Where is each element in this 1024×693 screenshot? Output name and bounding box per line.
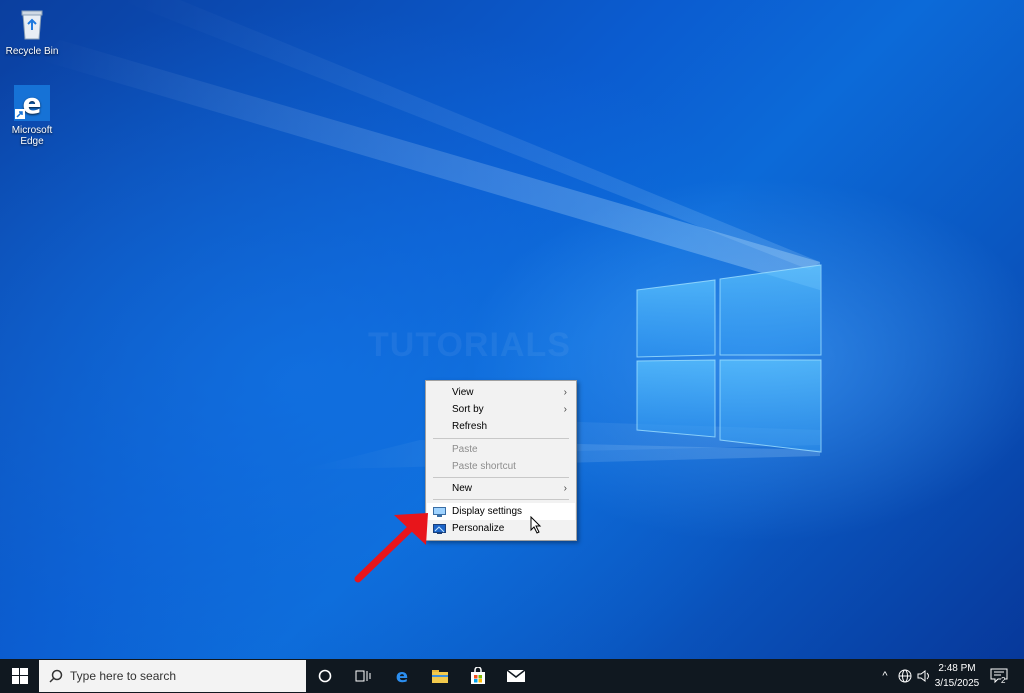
mouse-pointer-icon	[530, 516, 542, 534]
clock[interactable]: 2:48 PM 3/15/2025	[934, 661, 980, 691]
taskbar: Type here to search e ^ 2:48 PM 3/15/202…	[0, 659, 1024, 693]
file-explorer-icon	[432, 670, 448, 683]
submenu-arrow-icon: ›	[563, 483, 567, 494]
menu-item-label: Refresh	[452, 421, 488, 432]
desktop-icon-recycle-bin[interactable]: Recycle Bin	[2, 6, 62, 57]
search-icon	[49, 669, 63, 683]
cortana-button[interactable]	[306, 659, 344, 693]
wallpaper-watermark: TUTORIALS	[368, 326, 571, 364]
desktop[interactable]: TUTORIALS Recycle Bin e Microsoft Edge V…	[0, 0, 1024, 659]
action-center-button[interactable]: 2	[986, 659, 1012, 693]
svg-text:e: e	[23, 87, 42, 120]
menu-item-paste: Paste	[427, 441, 575, 458]
submenu-arrow-icon: ›	[563, 387, 567, 398]
red-annotation-arrow-icon	[354, 513, 428, 583]
chevron-up-icon: ^	[882, 670, 888, 682]
menu-item-label: New	[452, 483, 473, 494]
start-button[interactable]	[0, 659, 39, 693]
desktop-icon-microsoft-edge[interactable]: e Microsoft Edge	[2, 85, 62, 147]
desktop-icon-label: Recycle Bin	[5, 46, 59, 57]
cortana-icon	[318, 669, 332, 683]
menu-item-sort-by[interactable]: Sort by ›	[427, 401, 575, 418]
taskbar-store-button[interactable]	[459, 659, 497, 693]
clock-date: 3/15/2025	[934, 678, 980, 689]
recycle-bin-icon	[14, 6, 50, 42]
menu-item-refresh[interactable]: Refresh	[427, 418, 575, 435]
menu-separator	[433, 477, 569, 478]
menu-item-label: Paste shortcut	[452, 461, 516, 472]
svg-text:e: e	[396, 667, 408, 685]
windows-logo-wallpaper	[636, 264, 822, 453]
network-button[interactable]	[895, 659, 915, 693]
menu-separator	[433, 499, 569, 500]
show-hidden-icons-button[interactable]: ^	[874, 659, 896, 693]
desktop-icon-label-line1: Microsoft	[11, 125, 53, 136]
edge-icon: e	[14, 85, 50, 121]
menu-item-label: Personalize	[452, 523, 505, 534]
volume-button[interactable]	[914, 659, 934, 693]
menu-separator	[433, 438, 569, 439]
taskbar-search-box[interactable]: Type here to search	[39, 660, 306, 692]
notification-count-badge: 2	[1001, 676, 1006, 685]
taskbar-file-explorer-button[interactable]	[421, 659, 459, 693]
store-icon	[471, 667, 485, 684]
menu-item-label: Sort by	[452, 404, 484, 415]
mail-icon	[506, 669, 526, 682]
menu-item-label: Display settings	[452, 506, 523, 517]
task-view-button[interactable]	[344, 659, 382, 693]
network-globe-icon	[898, 669, 912, 683]
taskbar-mail-button[interactable]	[497, 659, 535, 693]
submenu-arrow-icon: ›	[563, 404, 567, 415]
edge-icon: e	[396, 667, 408, 685]
menu-item-display-settings[interactable]: Display settings	[427, 503, 575, 520]
clock-time: 2:48 PM	[938, 663, 976, 674]
windows-start-icon	[11, 668, 28, 684]
menu-item-label: Paste	[452, 444, 478, 455]
menu-item-new[interactable]: New ›	[427, 480, 575, 497]
menu-item-paste-shortcut: Paste shortcut	[427, 458, 575, 475]
taskbar-edge-button[interactable]: e	[383, 659, 421, 693]
task-view-icon	[355, 670, 371, 682]
speaker-icon	[917, 670, 929, 682]
menu-item-view[interactable]: View ›	[427, 384, 575, 401]
menu-item-label: View	[452, 387, 474, 398]
menu-item-personalize[interactable]: Personalize	[427, 520, 575, 537]
desktop-icon-label-line2: Edge	[20, 136, 44, 147]
search-placeholder: Type here to search	[70, 669, 177, 683]
desktop-context-menu: View › Sort by › Refresh Paste Paste sho…	[425, 380, 577, 541]
